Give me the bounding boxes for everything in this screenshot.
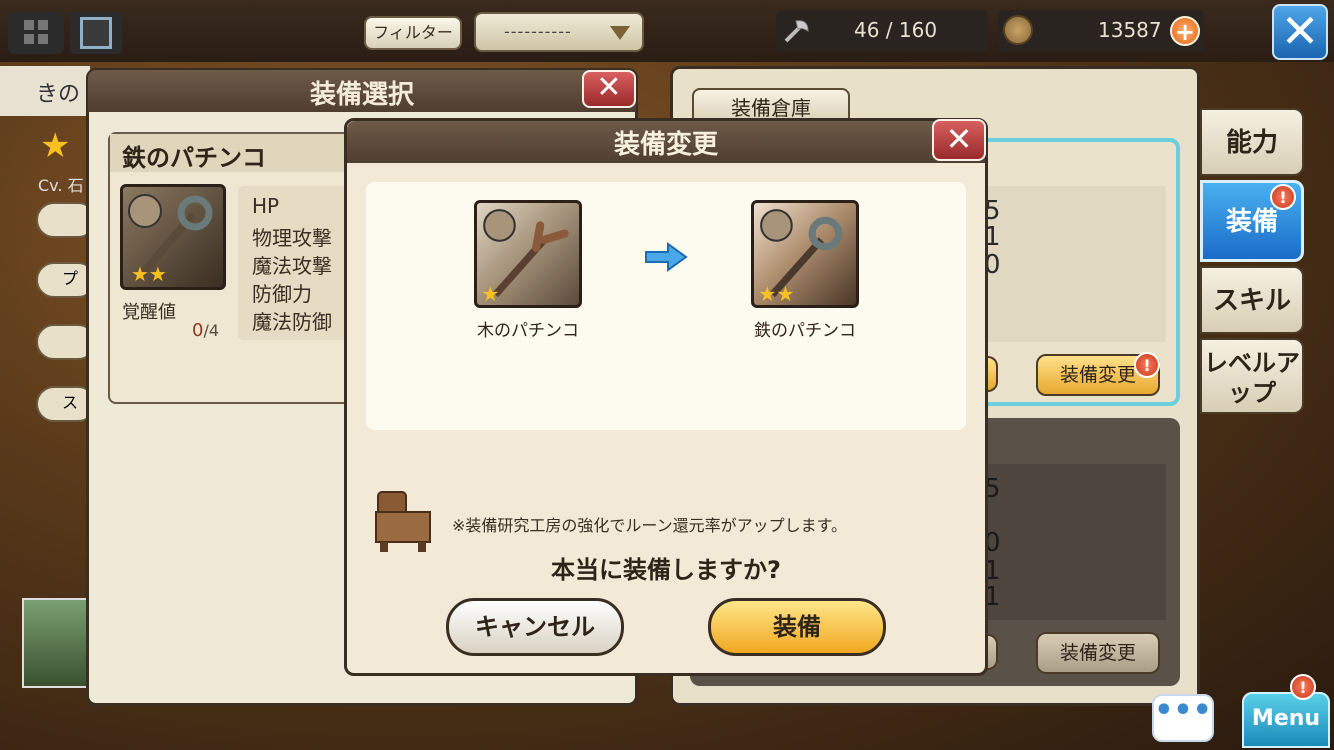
awaken-max: /4 — [203, 321, 220, 340]
awaken-value: 0/4 — [192, 320, 219, 341]
from-item-name: 木のパチンコ — [477, 321, 579, 341]
secondary-item-stats — [984, 464, 1166, 620]
awaken-label: 覚醒値 — [122, 302, 176, 323]
selected-item-name: 鉄のパチンコ — [122, 144, 266, 172]
stat-label-magic-defense: 魔法防御 — [252, 310, 332, 334]
equipment-select-close-button[interactable]: ✕ — [582, 70, 636, 108]
character-name-strip: きの — [0, 66, 90, 116]
axe-icon — [784, 20, 809, 43]
dialog-title: 装備変更 — [613, 130, 718, 160]
currency-value: 13587 — [1098, 18, 1162, 42]
chevron-down-icon — [610, 26, 630, 40]
equipment-select-title: 装備選択 — [309, 80, 414, 110]
alert-icon: ! — [1270, 184, 1296, 210]
svg-text:★★: ★★ — [758, 282, 795, 305]
character-avatar[interactable] — [22, 598, 88, 688]
left-pill-label: プ — [62, 269, 79, 288]
add-currency-button[interactable]: + — [1170, 16, 1200, 46]
equip-change-button[interactable]: 装備変更 — [1036, 632, 1160, 674]
grid-view-icon[interactable] — [8, 12, 64, 54]
stat-label-physical-attack: 物理攻撃 — [252, 226, 332, 250]
voice-actor-label: Cv. 石 — [38, 176, 84, 195]
svg-text:★: ★ — [481, 282, 499, 305]
stat-label-magic-attack: 魔法攻撃 — [252, 254, 332, 278]
slingshot-icon: ★★ — [120, 184, 226, 290]
capacity-value: 46 / 160 — [854, 18, 938, 42]
alert-icon: ! — [1134, 352, 1160, 378]
wooden-slingshot-icon: ★ — [474, 200, 582, 308]
alert-icon: ! — [1290, 674, 1316, 700]
equipped-item-stats — [984, 186, 1166, 342]
equip-button[interactable]: 装備 — [708, 598, 886, 656]
stat-label-hp: HP — [252, 194, 280, 218]
workshop-icon — [375, 491, 431, 552]
rune-info-note: ※装備研究工房の強化でルーン還元率がアップします。 — [452, 516, 848, 535]
iron-slingshot-icon: ★★ — [751, 200, 859, 308]
chat-button[interactable]: ••• — [1152, 694, 1214, 742]
filter-dropdown-value: ---------- — [504, 22, 572, 41]
left-pill-label: ス — [62, 393, 79, 412]
filter-button[interactable]: フィルター — [364, 16, 462, 50]
list-view-icon[interactable] — [70, 12, 122, 54]
item-compare-area — [366, 182, 966, 430]
tab-ability[interactable]: 能力 — [1200, 108, 1304, 176]
menu-button[interactable]: Menu — [1242, 692, 1330, 748]
rune-coin-icon — [1003, 15, 1033, 45]
stat-label-defense: 防御力 — [252, 282, 312, 306]
arrow-right-icon — [645, 242, 688, 272]
confirm-question: 本当に装備しますか? — [551, 556, 781, 584]
filter-dropdown[interactable]: ---------- — [474, 12, 644, 52]
dialog-close-button[interactable]: ✕ — [932, 119, 986, 161]
character-name-partial: きの — [36, 82, 81, 107]
close-screen-button[interactable]: ✕ — [1272, 4, 1328, 60]
to-item-name: 鉄のパチンコ — [754, 321, 856, 341]
cancel-button[interactable]: キャンセル — [446, 598, 624, 656]
tab-skill[interactable]: スキル — [1200, 266, 1304, 334]
awaken-current: 0 — [192, 320, 204, 341]
svg-text:★★: ★★ — [131, 262, 167, 286]
star-icon: ★ — [40, 126, 71, 166]
tab-level-up[interactable]: レベルアップ — [1200, 338, 1304, 414]
